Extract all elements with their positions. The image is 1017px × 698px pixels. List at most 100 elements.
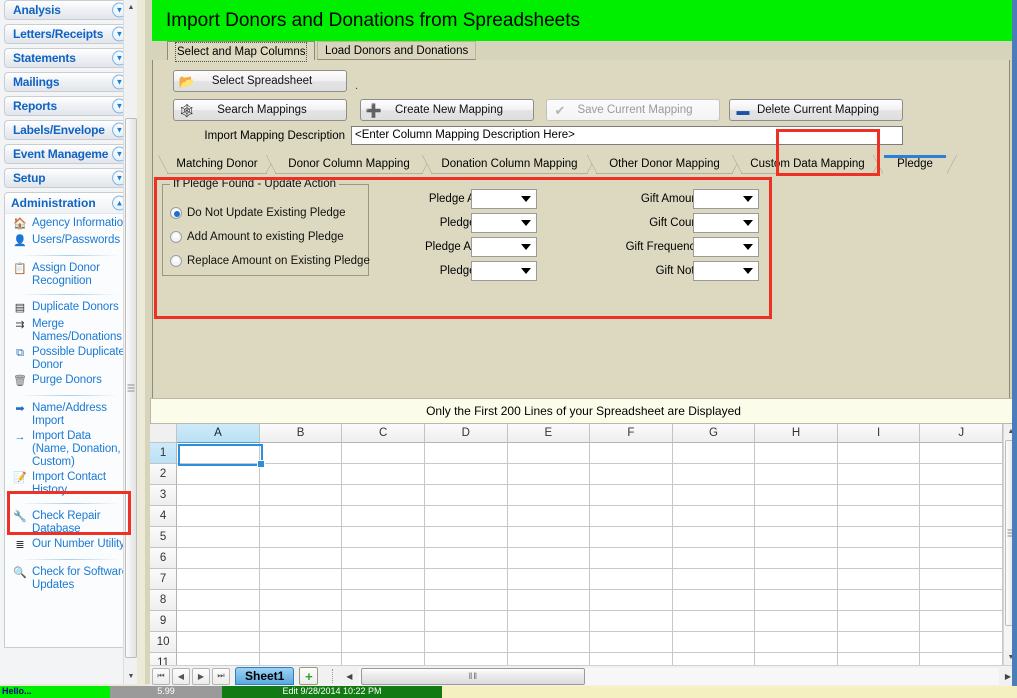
administration-header[interactable]: Administration ▲ xyxy=(5,193,132,214)
create-new-mapping-button[interactable]: ➕ Create New Mapping xyxy=(360,99,534,121)
pledge-date-select[interactable] xyxy=(471,213,537,233)
cell-I3[interactable] xyxy=(838,485,921,506)
sidebar-scrollbar[interactable]: ▲ ▼ xyxy=(123,0,137,684)
sidebar-scroll-thumb[interactable] xyxy=(125,118,137,658)
cell-C11[interactable] xyxy=(342,653,425,665)
spreadsheet-grid[interactable]: ABCDEFGHIJ 1234567891011 ▲ ▼ xyxy=(150,424,1017,665)
cell-F11[interactable] xyxy=(590,653,673,665)
cell-B2[interactable] xyxy=(260,464,343,485)
row-header-10[interactable]: 10 xyxy=(150,632,177,653)
row-header-9[interactable]: 9 xyxy=(150,611,177,632)
radio-do-not-update[interactable]: Do Not Update Existing Pledge xyxy=(170,207,346,219)
cell-E8[interactable] xyxy=(508,590,591,611)
cell-J4[interactable] xyxy=(920,506,1003,527)
cell-C1[interactable] xyxy=(342,443,425,464)
cell-G7[interactable] xyxy=(673,569,756,590)
cell-G5[interactable] xyxy=(673,527,756,548)
cell-E5[interactable] xyxy=(508,527,591,548)
cell-I8[interactable] xyxy=(838,590,921,611)
sidebar-item-purge-donors[interactable]: 🗑Purge Donors xyxy=(5,373,132,390)
cell-H8[interactable] xyxy=(755,590,838,611)
cell-H4[interactable] xyxy=(755,506,838,527)
sidebar-section-letters-receipts[interactable]: Letters/Receipts▼ xyxy=(4,24,133,44)
save-current-mapping-button[interactable]: ✔ Save Current Mapping xyxy=(546,99,720,121)
delete-current-mapping-button[interactable]: ▬ Delete Current Mapping xyxy=(729,99,903,121)
cell-A7[interactable] xyxy=(177,569,260,590)
column-header-g[interactable]: G xyxy=(673,424,756,443)
radio-button-icon[interactable] xyxy=(170,231,182,243)
cell-C5[interactable] xyxy=(342,527,425,548)
cell-I1[interactable] xyxy=(838,443,921,464)
cell-I7[interactable] xyxy=(838,569,921,590)
cell-A2[interactable] xyxy=(177,464,260,485)
cell-C10[interactable] xyxy=(342,632,425,653)
cell-A8[interactable] xyxy=(177,590,260,611)
add-sheet-icon[interactable]: + xyxy=(299,667,318,685)
column-header-j[interactable]: J xyxy=(920,424,1003,443)
selected-cell-a1[interactable] xyxy=(178,444,263,466)
cell-A3[interactable] xyxy=(177,485,260,506)
cell-J3[interactable] xyxy=(920,485,1003,506)
cell-F1[interactable] xyxy=(590,443,673,464)
cell-I2[interactable] xyxy=(838,464,921,485)
cell-D7[interactable] xyxy=(425,569,508,590)
cell-B6[interactable] xyxy=(260,548,343,569)
cell-D11[interactable] xyxy=(425,653,508,665)
sidebar-section-reports[interactable]: Reports▼ xyxy=(4,96,133,116)
cell-J1[interactable] xyxy=(920,443,1003,464)
sidebar-item-name-address-import[interactable]: ➡Name/Address Import xyxy=(5,401,132,429)
cell-G9[interactable] xyxy=(673,611,756,632)
radio-button-icon[interactable] xyxy=(170,207,182,219)
cell-B10[interactable] xyxy=(260,632,343,653)
column-header-c[interactable]: C xyxy=(342,424,425,443)
cell-H6[interactable] xyxy=(755,548,838,569)
sidebar-item-possible-duplicate-donor[interactable]: ⧉Possible Duplicate Donor xyxy=(5,345,132,373)
select-spreadsheet-button[interactable]: 📂 Select Spreadsheet xyxy=(173,70,347,92)
cell-F9[interactable] xyxy=(590,611,673,632)
cell-C4[interactable] xyxy=(342,506,425,527)
cell-F2[interactable] xyxy=(590,464,673,485)
cell-H11[interactable] xyxy=(755,653,838,665)
cell-I4[interactable] xyxy=(838,506,921,527)
cell-A10[interactable] xyxy=(177,632,260,653)
gift-count-select[interactable] xyxy=(693,213,759,233)
tab-load-donors-and-donations[interactable]: Load Donors and Donations xyxy=(317,41,476,60)
sidebar-item-assign-donor-recognition[interactable]: 📋Assign Donor Recognition xyxy=(5,261,132,289)
cell-C2[interactable] xyxy=(342,464,425,485)
cell-F7[interactable] xyxy=(590,569,673,590)
cell-A5[interactable] xyxy=(177,527,260,548)
last-sheet-button[interactable]: ⏭ xyxy=(212,668,230,685)
sidebar-scroll-up-button[interactable]: ▲ xyxy=(124,0,137,15)
row-header-5[interactable]: 5 xyxy=(150,527,177,548)
cell-C3[interactable] xyxy=(342,485,425,506)
cell-A9[interactable] xyxy=(177,611,260,632)
radio-add-amount[interactable]: Add Amount to existing Pledge xyxy=(170,231,344,243)
cell-G2[interactable] xyxy=(673,464,756,485)
cell-G4[interactable] xyxy=(673,506,756,527)
cell-D3[interactable] xyxy=(425,485,508,506)
first-sheet-button[interactable]: ⏮ xyxy=(152,668,170,685)
cell-E2[interactable] xyxy=(508,464,591,485)
row-header-1[interactable]: 1 xyxy=(150,443,177,464)
cell-H7[interactable] xyxy=(755,569,838,590)
cell-I5[interactable] xyxy=(838,527,921,548)
sidebar-item-check-for-software-updates[interactable]: 🔍Check for Software Updates xyxy=(5,565,132,593)
sidebar-item-duplicate-donors[interactable]: ▤Duplicate Donors xyxy=(5,300,132,317)
cell-I11[interactable] xyxy=(838,653,921,665)
cell-G8[interactable] xyxy=(673,590,756,611)
cell-D8[interactable] xyxy=(425,590,508,611)
cell-G11[interactable] xyxy=(673,653,756,665)
cell-D2[interactable] xyxy=(425,464,508,485)
cell-J6[interactable] xyxy=(920,548,1003,569)
cell-I6[interactable] xyxy=(838,548,921,569)
cell-D5[interactable] xyxy=(425,527,508,548)
cell-B4[interactable] xyxy=(260,506,343,527)
pledge-note-select[interactable] xyxy=(471,261,537,281)
sidebar-section-analysis[interactable]: Analysis▼ xyxy=(4,0,133,20)
row-header-11[interactable]: 11 xyxy=(150,653,177,665)
cell-D10[interactable] xyxy=(425,632,508,653)
sidebar-section-setup[interactable]: Setup▼ xyxy=(4,168,133,188)
cell-H10[interactable] xyxy=(755,632,838,653)
sidebar-section-labels-envelope[interactable]: Labels/Envelope▼ xyxy=(4,120,133,140)
cell-H1[interactable] xyxy=(755,443,838,464)
